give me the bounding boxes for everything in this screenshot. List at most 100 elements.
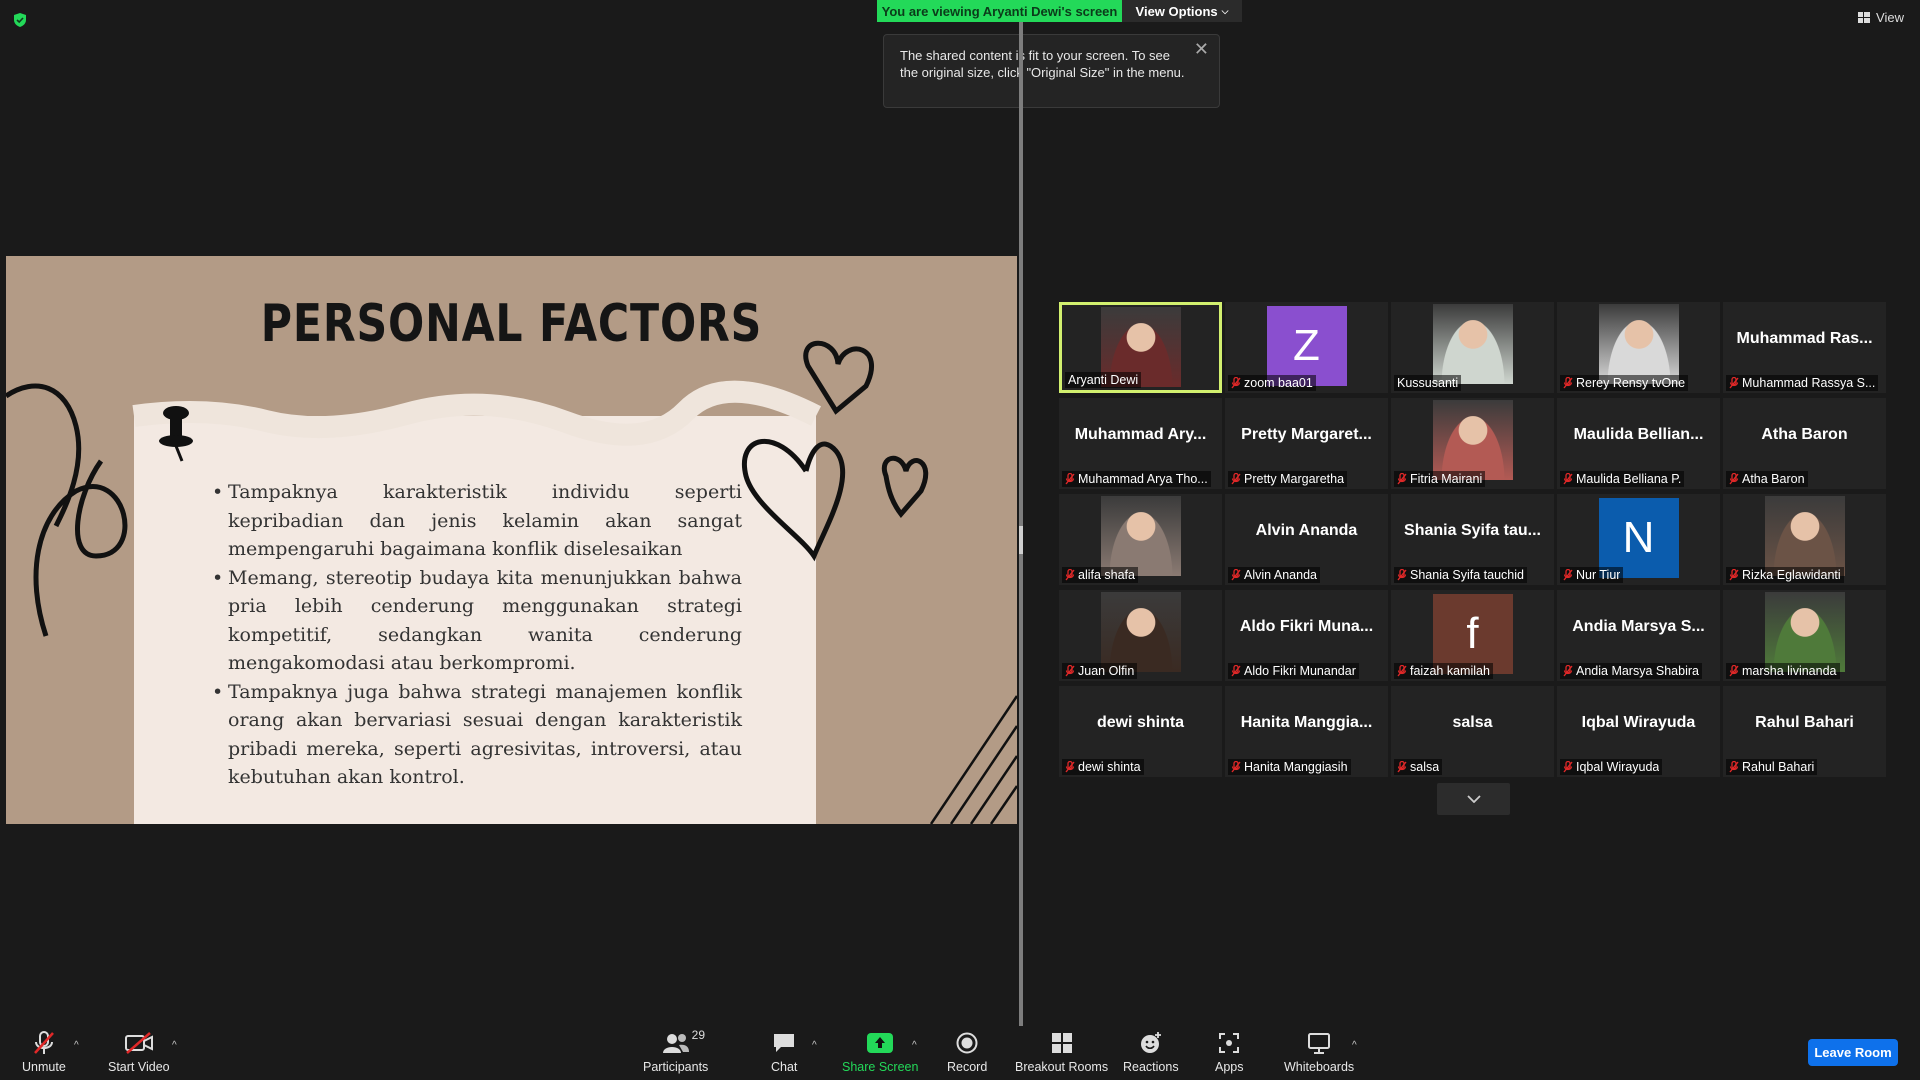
participant-name: Hanita Manggiasih (1244, 760, 1348, 774)
microphone-muted-icon (1231, 665, 1241, 677)
share-options-caret-icon[interactable]: ^ (912, 1040, 917, 1051)
participant-name-label: dewi shinta (1062, 759, 1144, 775)
microphone-muted-icon (1065, 473, 1075, 485)
microphone-muted-icon (1563, 665, 1573, 677)
gallery-next-page-button[interactable] (1437, 783, 1510, 815)
participant-tile[interactable]: Zzoom baa01 (1225, 302, 1388, 393)
grid-view-icon (1858, 12, 1871, 23)
view-options-button[interactable]: View Options ⌵ (1122, 0, 1242, 22)
chat-options-caret-icon[interactable]: ^ (812, 1040, 817, 1051)
participant-tile[interactable]: Rizka Eglawidanti (1723, 494, 1886, 585)
microphone-muted-icon (1729, 569, 1739, 581)
divider-handle[interactable] (1019, 526, 1023, 554)
participant-tile[interactable]: Kussusanti (1391, 302, 1554, 393)
leave-room-button[interactable]: Leave Room (1808, 1039, 1898, 1066)
participant-display-name: Andia Marsya S... (1572, 618, 1705, 635)
participant-display-name: Maulida Bellian... (1573, 426, 1704, 443)
participant-name-label: Muhammad Rassya S... (1726, 375, 1879, 391)
participant-name: Nur Tiur (1576, 568, 1621, 582)
participant-tile[interactable]: salsa salsa (1391, 686, 1554, 777)
slide-title: PERSONAL FACTORS (260, 294, 763, 354)
participant-tile[interactable]: Fitria Mairani (1391, 398, 1554, 489)
slide-bullet: Tampaknya juga bahwa strategi manajemen … (212, 678, 742, 792)
participant-video (1764, 592, 1845, 672)
participant-tile[interactable]: Hanita Manggia... Hanita Manggiasih (1225, 686, 1388, 777)
participant-tile[interactable]: Maulida Bellian... Maulida Belliana P. (1557, 398, 1720, 489)
participant-tile[interactable]: Juan Olfin (1059, 590, 1222, 681)
participants-label: Participants (643, 1060, 709, 1074)
participant-tile[interactable]: alifa shafa (1059, 494, 1222, 585)
participant-name-label: Rizka Eglawidanti (1726, 567, 1844, 583)
slide-bullet-list: Tampaknya karakteristik individu seperti… (212, 478, 742, 792)
apps-button[interactable]: Apps (1215, 1030, 1244, 1074)
participant-name: Andia Marsya Shabira (1576, 664, 1699, 678)
participant-tile[interactable]: Aldo Fikri Muna... Aldo Fikri Munandar (1225, 590, 1388, 681)
security-shield-icon[interactable] (12, 12, 28, 28)
participant-video (1432, 400, 1513, 480)
whiteboards-button[interactable]: Whiteboards (1284, 1030, 1354, 1074)
participant-name: Aryanti Dewi (1068, 373, 1139, 387)
participant-tile[interactable]: marsha livinanda (1723, 590, 1886, 681)
participant-display-name: Alvin Ananda (1255, 522, 1358, 539)
video-options-caret-icon[interactable]: ^ (172, 1040, 177, 1051)
microphone-muted-icon (1729, 473, 1739, 485)
participant-name-label: Andia Marsya Shabira (1560, 663, 1702, 679)
participant-tile[interactable]: Pretty Margaret... Pretty Margaretha (1225, 398, 1388, 489)
participant-name-label: Hanita Manggiasih (1228, 759, 1351, 775)
participant-name-label: Aryanti Dewi (1065, 372, 1142, 388)
participant-name-label: Fitria Mairani (1394, 471, 1486, 487)
microphone-muted-icon (1397, 761, 1407, 773)
participant-tile[interactable]: Aryanti Dewi (1059, 302, 1222, 393)
microphone-muted-icon (1231, 377, 1241, 389)
participant-tile[interactable]: Alvin Ananda Alvin Ananda (1225, 494, 1388, 585)
participant-tile[interactable]: f faizah kamilah (1391, 590, 1554, 681)
whiteboards-label: Whiteboards (1284, 1060, 1355, 1074)
participant-name: Rizka Eglawidanti (1742, 568, 1841, 582)
participant-tile[interactable]: Muhammad Ary... Muhammad Arya Tho... (1059, 398, 1222, 489)
audio-options-caret-icon[interactable]: ^ (74, 1040, 79, 1051)
participant-name: Maulida Belliana P. (1576, 472, 1682, 486)
breakout-rooms-icon (1051, 1033, 1072, 1053)
record-icon (956, 1032, 978, 1054)
record-button[interactable]: Record (947, 1030, 987, 1074)
participant-name: Rahul Bahari (1742, 760, 1815, 774)
participant-name-label: Iqbal Wirayuda (1560, 759, 1663, 775)
close-icon[interactable]: ✕ (1194, 40, 1209, 58)
participant-name: zoom baa01 (1244, 376, 1313, 390)
participants-button[interactable]: 29 Participants (643, 1028, 709, 1074)
participant-name-label: Alvin Ananda (1228, 567, 1320, 583)
participant-tile[interactable]: Shania Syifa tau... Shania Syifa tauchid (1391, 494, 1554, 585)
participant-tile[interactable]: Muhammad Ras... Muhammad Rassya S... (1723, 302, 1886, 393)
participant-name-label: salsa (1394, 759, 1443, 775)
chat-button[interactable]: Chat (771, 1030, 797, 1074)
unmute-button[interactable]: Unmute (22, 1030, 66, 1074)
participant-name: dewi shinta (1078, 760, 1141, 774)
participant-display-name: Rahul Bahari (1755, 714, 1854, 731)
whiteboard-options-caret-icon[interactable]: ^ (1352, 1040, 1357, 1051)
participant-tile[interactable]: Rerey Rensy tvOne (1557, 302, 1720, 393)
participant-tile[interactable]: Iqbal Wirayuda Iqbal Wirayuda (1557, 686, 1720, 777)
share-screen-button[interactable]: Share Screen (842, 1030, 918, 1074)
microphone-muted-icon (1065, 761, 1075, 773)
participant-name-label: Shania Syifa tauchid (1394, 567, 1527, 583)
participant-display-name: Aldo Fikri Muna... (1239, 618, 1374, 635)
slide-bullet: Tampaknya karakteristik individu seperti… (212, 478, 742, 564)
participant-name-label: Rahul Bahari (1726, 759, 1818, 775)
participant-name-label: zoom baa01 (1228, 375, 1316, 391)
participant-tile[interactable]: dewi shinta dewi shinta (1059, 686, 1222, 777)
view-button[interactable]: View (1858, 10, 1904, 25)
participant-tile[interactable]: N Nur Tiur (1557, 494, 1720, 585)
fit-to-screen-tooltip: The shared content is fit to your screen… (883, 34, 1220, 108)
breakout-rooms-button[interactable]: Breakout Rooms (1015, 1030, 1108, 1074)
participant-name: Iqbal Wirayuda (1576, 760, 1660, 774)
participant-tile[interactable]: Andia Marsya S... Andia Marsya Shabira (1557, 590, 1720, 681)
split-divider[interactable] (1019, 22, 1023, 1026)
start-video-button[interactable]: Start Video (108, 1030, 170, 1074)
breakout-rooms-label: Breakout Rooms (1015, 1060, 1109, 1074)
participants-count-badge: 29 (691, 1028, 706, 1042)
participant-avatar: f (1432, 594, 1513, 674)
participant-tile[interactable]: Rahul Bahari Rahul Bahari (1723, 686, 1886, 777)
reactions-button[interactable]: Reactions (1123, 1030, 1179, 1074)
participant-tile[interactable]: Atha Baron Atha Baron (1723, 398, 1886, 489)
participant-name-label: Kussusanti (1394, 375, 1462, 391)
